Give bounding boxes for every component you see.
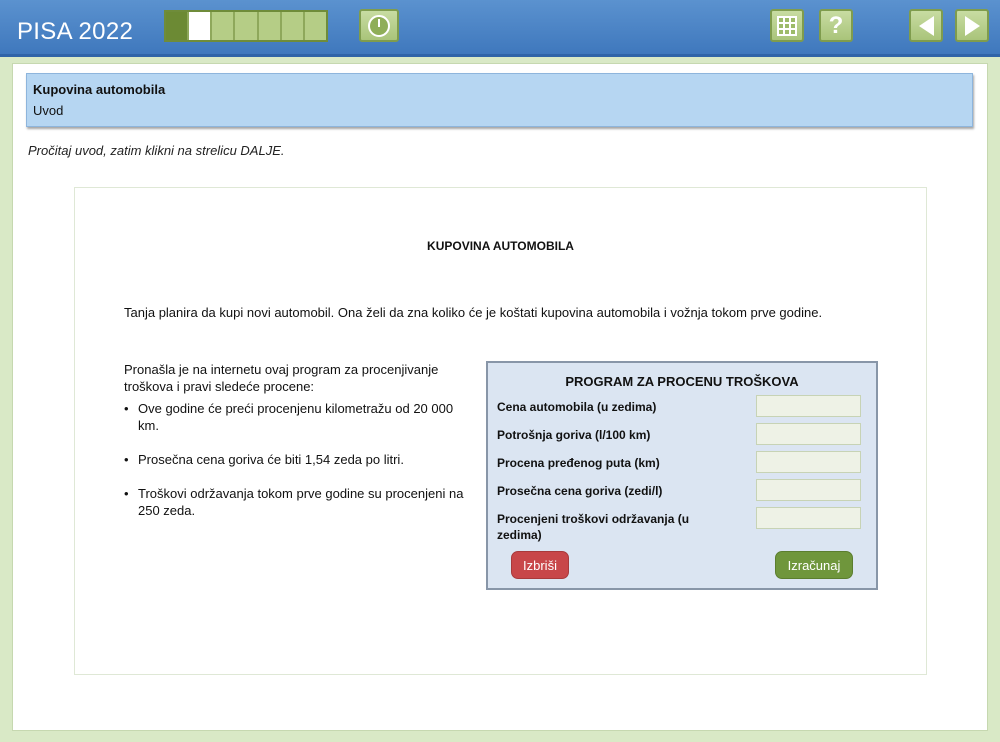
- estimate-list: Ove godine će preći procenjenu kilometra…: [124, 400, 469, 519]
- timer-icon: [368, 14, 390, 37]
- progress-indicator: [164, 10, 328, 42]
- previous-button[interactable]: [909, 9, 943, 42]
- clear-button[interactable]: Izbriši: [511, 551, 569, 579]
- car-price-input[interactable]: [756, 395, 861, 417]
- list-item: Prosečna cena goriva će biti 1,54 zeda p…: [124, 451, 469, 468]
- distance-label: Procena pređenog puta (km): [497, 456, 660, 470]
- list-item: Troškovi održavanja tokom prve godine su…: [124, 485, 469, 519]
- fuel-consumption-input[interactable]: [756, 423, 861, 445]
- fuel-price-input[interactable]: [756, 479, 861, 501]
- stimulus-body: Pronašla je na internetu ovaj program za…: [124, 361, 469, 536]
- stimulus-panel: KUPOVINA AUTOMOBILA Tanja planira da kup…: [74, 187, 927, 675]
- next-arrow-icon: [964, 15, 980, 36]
- top-toolbar: PISA 2022 ?: [0, 0, 1000, 57]
- unit-title: Kupovina automobila: [33, 82, 166, 97]
- app-title: PISA 2022: [17, 18, 134, 45]
- distance-input[interactable]: [756, 451, 861, 473]
- calculator-button[interactable]: [770, 9, 804, 42]
- fuel-consumption-label: Potrošnja goriva (l/100 km): [497, 428, 651, 442]
- maintenance-cost-label: Procenjeni troškovi održavanja (u zedima…: [497, 512, 690, 542]
- calculator-title: PROGRAM ZA PROCENU TROŠKOVA: [565, 374, 799, 389]
- cost-calculator: PROGRAM ZA PROCENU TROŠKOVA Cena automob…: [486, 361, 878, 590]
- progress-segment: [212, 12, 236, 40]
- progress-segment: [166, 12, 190, 40]
- instruction-text: Pročitaj uvod, zatim klikni na strelicu …: [28, 143, 285, 158]
- progress-segment: [258, 12, 282, 40]
- car-price-label: Cena automobila (u zedima): [497, 400, 657, 414]
- timer-button[interactable]: [359, 9, 399, 42]
- progress-segment: [281, 12, 305, 40]
- fuel-price-label: Prosečna cena goriva (zedi/l): [497, 484, 663, 498]
- stimulus-title: KUPOVINA AUTOMOBILA: [427, 239, 574, 253]
- list-item: Ove godine će preći procenjenu kilometra…: [124, 400, 469, 434]
- help-button[interactable]: ?: [819, 9, 853, 42]
- stimulus-paragraph: Pronašla je na internetu ovaj program za…: [124, 362, 439, 394]
- progress-segment: [235, 12, 259, 40]
- unit-header: Kupovina automobila Uvod: [26, 73, 973, 127]
- progress-segment: [304, 12, 326, 40]
- page-frame: Kupovina automobila Uvod Pročitaj uvod, …: [12, 63, 988, 731]
- previous-arrow-icon: [918, 15, 934, 36]
- calculate-button[interactable]: Izračunaj: [775, 551, 853, 579]
- calculator-icon: [777, 15, 797, 36]
- progress-segment-current: [189, 12, 213, 40]
- unit-subtitle: Uvod: [33, 103, 64, 118]
- next-button[interactable]: [955, 9, 989, 42]
- maintenance-cost-input[interactable]: [756, 507, 861, 529]
- help-icon: ?: [828, 11, 844, 39]
- stimulus-intro: Tanja planira da kupi novi automobil. On…: [124, 305, 823, 320]
